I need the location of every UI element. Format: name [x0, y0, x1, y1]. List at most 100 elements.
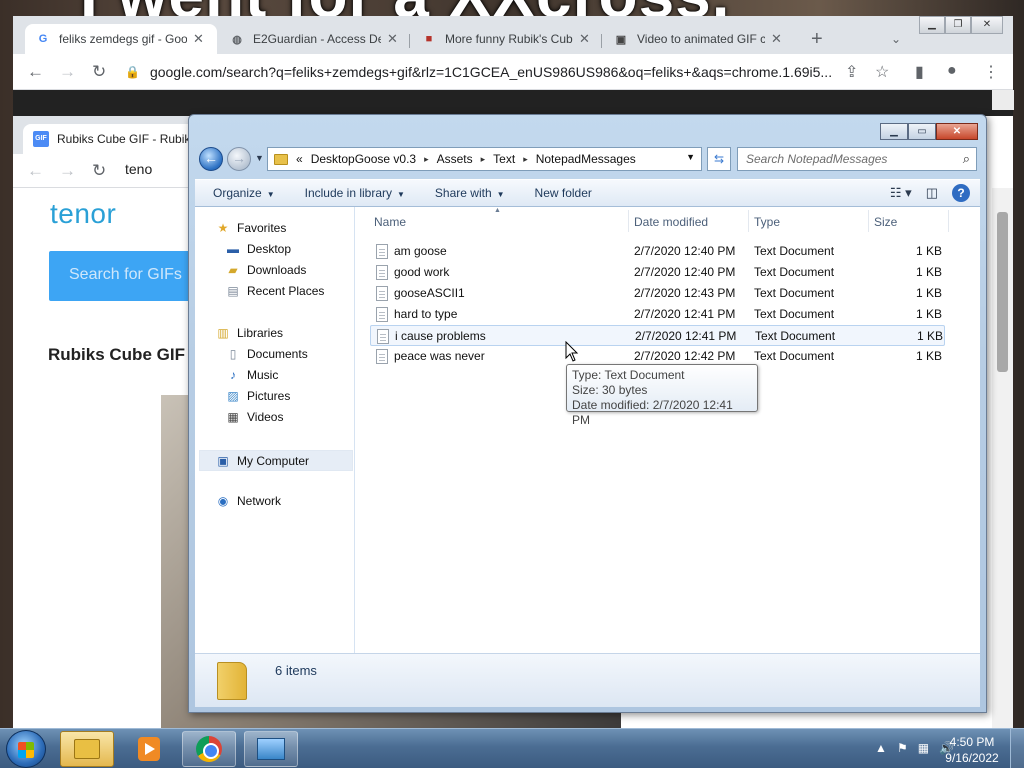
chrome-tab-e2guardian[interactable]: ◍ E2Guardian - Access De ✕	[219, 24, 409, 54]
column-header-date[interactable]: Date modified	[634, 215, 708, 229]
share-with-button[interactable]: Share with ▼	[435, 186, 505, 200]
file-row[interactable]: am goose 2/7/2020 12:40 PM Text Document…	[370, 241, 945, 262]
file-row[interactable]: good work 2/7/2020 12:40 PM Text Documen…	[370, 262, 945, 283]
organize-button[interactable]: Organize ▼	[213, 186, 275, 200]
search-icon[interactable]: ⌕	[963, 151, 970, 167]
address-dropdown-icon[interactable]: ▼	[686, 152, 695, 162]
start-button[interactable]	[6, 730, 46, 768]
nav-music[interactable]: ♪ Music	[225, 368, 278, 382]
column-divider[interactable]	[868, 210, 869, 232]
include-in-library-button[interactable]: Include in library ▼	[305, 186, 405, 200]
column-divider[interactable]	[748, 210, 749, 232]
reload-icon[interactable]: ↻	[92, 161, 106, 181]
search-input[interactable]	[738, 148, 948, 170]
nav-network[interactable]: ◉ Network	[215, 494, 281, 508]
file-type: Text Document	[754, 307, 835, 321]
menu-dots-icon[interactable]: ⋮	[983, 62, 999, 82]
new-folder-button[interactable]: New folder	[535, 186, 592, 200]
file-row-hovered[interactable]: i cause problems 2/7/2020 12:41 PM Text …	[370, 325, 945, 346]
breadcrumb-overflow[interactable]: «	[296, 152, 303, 166]
file-size: 1 KB	[916, 265, 943, 279]
tab-close-icon[interactable]: ✕	[771, 31, 782, 47]
breadcrumb-separator-icon[interactable]: ▸	[424, 154, 429, 165]
taskbar-photo-viewer[interactable]	[244, 731, 298, 767]
tab-close-icon[interactable]: ✕	[579, 31, 590, 47]
chrome-tab-video-gif[interactable]: ▣ Video to animated GIF c ✕	[603, 24, 793, 54]
show-hidden-icons-icon[interactable]: ▲	[875, 741, 887, 755]
refresh-button[interactable]: ⇆	[707, 147, 731, 171]
nav-downloads[interactable]: ▰ Downloads	[225, 263, 306, 277]
chrome-content-dark	[13, 90, 1013, 116]
chrome-minimize-button[interactable]: ▁	[919, 16, 945, 34]
side-panel-icon[interactable]: ▮	[915, 62, 924, 82]
tab-close-icon[interactable]: ✕	[387, 31, 398, 47]
share-icon[interactable]: ⇪	[845, 62, 858, 82]
network-status-icon[interactable]: ▦	[918, 741, 929, 755]
taskbar-media-player[interactable]	[122, 731, 176, 767]
nav-videos[interactable]: ▦ Videos	[225, 410, 283, 424]
nav-label: Desktop	[247, 242, 292, 256]
show-desktop-button[interactable]	[1010, 729, 1024, 768]
scrollbar[interactable]	[992, 188, 1013, 728]
reload-icon[interactable]: ↻	[92, 62, 106, 82]
forward-arrow-icon[interactable]: →	[59, 62, 76, 82]
nav-desktop[interactable]: ▬ Desktop	[225, 242, 291, 256]
nav-favorites[interactable]: ★ Favorites	[215, 221, 287, 235]
tenor-logo[interactable]: tenor	[50, 198, 116, 230]
column-header-type[interactable]: Type	[754, 215, 780, 229]
taskbar-chrome[interactable]	[182, 731, 236, 767]
forward-arrow-icon[interactable]: →	[227, 147, 251, 171]
back-arrow-icon[interactable]: ←	[199, 147, 223, 171]
column-divider[interactable]	[948, 210, 949, 232]
nav-documents[interactable]: ▯ Documents	[225, 347, 308, 361]
maximize-button[interactable]: ▭	[908, 123, 936, 140]
column-divider[interactable]	[628, 210, 629, 232]
breadcrumb-text[interactable]: Text	[493, 152, 515, 166]
column-header-name[interactable]: Name	[374, 215, 406, 229]
help-icon[interactable]: ?	[952, 184, 970, 202]
chrome-restore-button[interactable]: ❐	[945, 16, 971, 34]
preview-pane-icon[interactable]: ◫	[926, 185, 938, 201]
back-arrow-icon[interactable]: ←	[27, 62, 44, 82]
file-type: Text Document	[755, 329, 836, 343]
breadcrumb[interactable]: « DesktopGoose v0.3 ▸ Assets ▸ Text ▸ No…	[267, 147, 702, 171]
nav-my-computer[interactable]: ▣ My Computer	[199, 450, 353, 471]
chrome-tab-tenor[interactable]: GIF Rubiks Cube GIF - Rubiks	[23, 124, 203, 154]
tab-search-button[interactable]: ⌄	[881, 24, 911, 54]
taskbar-explorer[interactable]	[60, 731, 114, 767]
nav-pictures[interactable]: ▨ Pictures	[225, 389, 290, 403]
chrome-tab-rubiks[interactable]: ■ More funny Rubik's Cub ✕	[411, 24, 601, 54]
file-row[interactable]: hard to type 2/7/2020 12:41 PM Text Docu…	[370, 304, 945, 325]
back-arrow-icon[interactable]: ←	[27, 161, 44, 181]
explorer-body: ★ Favorites ▬ Desktop ▰ Downloads ▤ Recent P…	[195, 207, 980, 653]
nav-label: Downloads	[247, 263, 307, 277]
breadcrumb-separator-icon[interactable]: ▸	[523, 154, 528, 165]
file-row[interactable]: gooseASCII1 2/7/2020 12:43 PM Text Docum…	[370, 283, 945, 304]
scrollbar-up-arrow[interactable]	[992, 90, 1014, 110]
breadcrumb-desktopgoose[interactable]: DesktopGoose v0.3	[311, 152, 416, 166]
chrome-tab-feliks[interactable]: G feliks zemdegs gif - Goo ✕	[25, 24, 217, 54]
address-bar[interactable]: 🔒 google.com/search?q=feliks+zemdegs+gif…	[125, 58, 845, 86]
profile-avatar-icon[interactable]: ●	[947, 62, 957, 80]
chrome-close-button[interactable]: ✕	[971, 16, 1003, 34]
file-type: Text Document	[754, 349, 835, 363]
forward-arrow-icon[interactable]: →	[59, 161, 76, 181]
action-center-icon[interactable]: ⚑	[897, 741, 908, 755]
breadcrumb-separator-icon[interactable]: ▸	[481, 154, 486, 165]
bookmark-star-icon[interactable]: ☆	[875, 62, 889, 82]
nav-libraries[interactable]: ▥ Libraries	[215, 326, 283, 340]
breadcrumb-assets[interactable]: Assets	[437, 152, 473, 166]
tab-close-icon[interactable]: ✕	[193, 31, 204, 47]
breadcrumb-notepadmessages[interactable]: NotepadMessages	[536, 152, 636, 166]
close-button[interactable]: ✕	[936, 123, 978, 140]
minimize-button[interactable]: ▁	[880, 123, 908, 140]
address-bar-url[interactable]: teno	[125, 161, 152, 177]
new-tab-button[interactable]: +	[801, 24, 833, 54]
recent-places-icon: ▤	[227, 284, 239, 298]
view-options-icon[interactable]: ☷ ▾	[890, 185, 912, 201]
scrollbar-thumb[interactable]	[997, 212, 1008, 372]
clock[interactable]: 4:50 PM 9/16/2022	[942, 734, 1002, 766]
column-header-size[interactable]: Size	[874, 215, 897, 229]
nav-recent-places[interactable]: ▤ Recent Places	[225, 284, 324, 298]
recent-pages-dropdown-icon[interactable]: ▼	[255, 153, 264, 163]
